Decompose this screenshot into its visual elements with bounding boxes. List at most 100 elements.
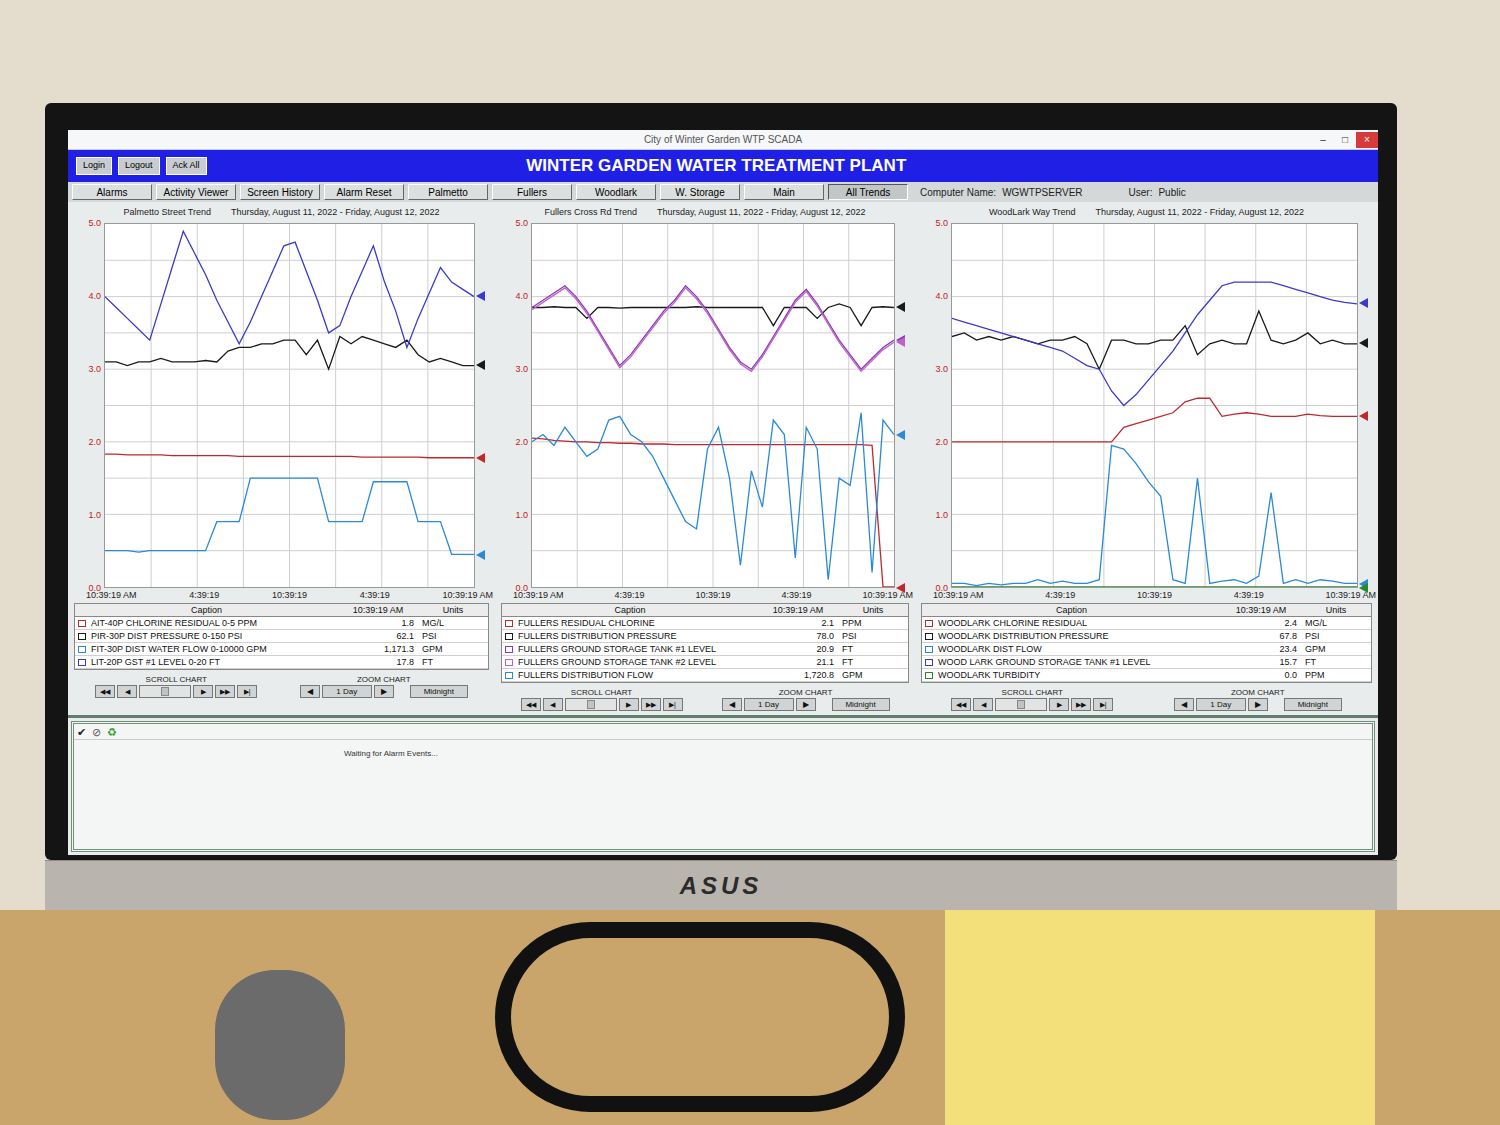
x-tick: 10:39:19 AM [442,589,493,601]
scroll-button[interactable]: ▶▶ [641,698,661,711]
grid-line [952,369,1357,370]
scroll-label: SCROLL CHART [1002,687,1063,698]
series-swatch [925,659,933,666]
trend-panel: Fullers Cross Rd TrendThursday, August 1… [495,202,915,715]
scroll-button[interactable]: ▶▶ [215,685,235,698]
scroll-button[interactable]: ◀◀ [95,685,115,698]
nav-button[interactable]: Woodlark [576,184,656,200]
midnight-button[interactable]: Midnight [1284,698,1342,711]
nav-button[interactable]: Screen History [240,184,320,200]
zoom-button[interactable]: ◀ [722,698,742,711]
scroll-track[interactable] [565,698,617,711]
scroll-button[interactable]: ▶ [193,685,213,698]
trend-dates: Thursday, August 11, 2022 - Friday, Augu… [1095,206,1304,218]
trend-area: Palmetto Street TrendThursday, August 11… [68,202,1378,715]
window-control-button[interactable]: □ [1334,132,1356,148]
legend-header-cell: 10:39:19 AM [758,604,838,616]
chart-row: 5.04.03.02.01.00.0 [501,223,909,588]
scroll-button[interactable]: ◀◀ [951,698,971,711]
series-line [952,445,1357,585]
scroll-button[interactable]: ◀ [543,698,563,711]
grid-line [952,550,1357,551]
scroll-track[interactable] [139,685,191,698]
scroll-button[interactable]: ▶| [663,698,683,711]
scroll-track[interactable] [995,698,1047,711]
window-control-button[interactable]: × [1356,132,1378,148]
trend-title-row: Fullers Cross Rd TrendThursday, August 1… [501,206,909,218]
grid-line [952,332,1357,333]
y-tick: 5.0 [935,217,948,229]
nav-button[interactable]: Alarm Reset [324,184,404,200]
zoom-button[interactable]: 1 Day [744,698,794,711]
grid-line [532,296,894,297]
header-button[interactable]: Logout [118,157,160,175]
disabled-icon[interactable]: ⊘ [92,725,101,739]
header-button[interactable]: Login [76,157,112,175]
check-icon[interactable]: ✔ [77,725,86,739]
legend-caption-cell: FULLERS GROUND STORAGE TANK #2 LEVEL [502,656,758,668]
x-tick: 4:39:19 [1234,589,1264,601]
scroll-buttons: ◀◀◀▶▶▶▶| [521,698,683,711]
series-line [105,478,474,554]
zoom-button[interactable]: ◀ [300,685,320,698]
scroll-button[interactable]: ▶| [237,685,257,698]
user-name: Public [1158,185,1185,200]
scroll-button[interactable]: ▶ [619,698,639,711]
plot-area [951,223,1358,588]
legend-value: 0.0 [1221,669,1301,681]
legend-table: Caption10:39:19 AMUnitsWOODLARK CHLORINE… [921,603,1372,683]
plot-area [104,223,475,588]
plot-area [531,223,895,588]
y-tick: 3.0 [88,363,101,375]
window-control-button[interactable]: – [1312,132,1334,148]
scroll-button[interactable]: ◀ [117,685,137,698]
series-marker [1359,338,1368,348]
nav-button[interactable]: All Trends [828,184,908,200]
series-line [532,413,894,580]
legend-caption-cell: FULLERS GROUND STORAGE TANK #1 LEVEL [502,643,758,655]
scroll-button[interactable]: ▶▶ [1071,698,1091,711]
zoom-button[interactable]: ▶ [1248,698,1268,711]
y-tick: 3.0 [935,363,948,375]
legend-units: MG/L [1301,617,1371,629]
alarm-message: Waiting for Alarm Events... [74,748,1372,759]
scroll-thumb[interactable] [161,687,169,696]
x-axis: 10:39:19 AM4:39:1910:39:194:39:1910:39:1… [933,589,1376,601]
series-swatch [78,646,86,653]
zoom-button[interactable]: 1 Day [1196,698,1246,711]
legend-value: 62.1 [338,630,418,642]
scroll-button[interactable]: ▶| [1093,698,1113,711]
zoom-button[interactable]: ◀ [1174,698,1194,711]
scroll-thumb[interactable] [587,700,595,709]
zoom-button[interactable]: ▶ [374,685,394,698]
nav-button[interactable]: W. Storage [660,184,740,200]
scroll-button[interactable]: ◀◀ [521,698,541,711]
legend-row: LIT-20P GST #1 LEVEL 0-20 FT17.8FT [75,656,488,669]
nav-button[interactable]: Alarms [72,184,152,200]
scroll-thumb[interactable] [1017,700,1025,709]
nav-button[interactable]: Main [744,184,824,200]
zoom-button[interactable]: 1 Day [322,685,372,698]
header-button[interactable]: Ack All [166,157,207,175]
nav-button[interactable]: Palmetto [408,184,488,200]
y-tick: 0.0 [935,582,948,594]
zoom-button[interactable]: ▶ [796,698,816,711]
y-tick: 5.0 [515,217,528,229]
midnight-button[interactable]: Midnight [832,698,890,711]
scroll-button[interactable]: ▶ [1049,698,1069,711]
refresh-icon[interactable]: ♻ [107,725,117,739]
legend-caption: WOOD LARK GROUND STORAGE TANK #1 LEVEL [938,656,1151,668]
trend-title: WoodLark Way Trend [989,206,1076,218]
midnight-button[interactable]: Midnight [410,685,468,698]
nav-button[interactable]: Fullers [492,184,572,200]
legend-value: 1,171.3 [338,643,418,655]
grid-line [105,405,474,406]
scroll-button[interactable]: ◀ [973,698,993,711]
chart-row: 5.04.03.02.01.00.0 [921,223,1372,588]
series-marker [896,337,905,347]
nav-button[interactable]: Activity Viewer [156,184,236,200]
x-tick: 4:39:19 [1045,589,1075,601]
legend-row: FULLERS RESIDUAL CHLORINE2.1PPM [502,617,908,630]
series-swatch [925,646,933,653]
grid-line [105,369,474,370]
